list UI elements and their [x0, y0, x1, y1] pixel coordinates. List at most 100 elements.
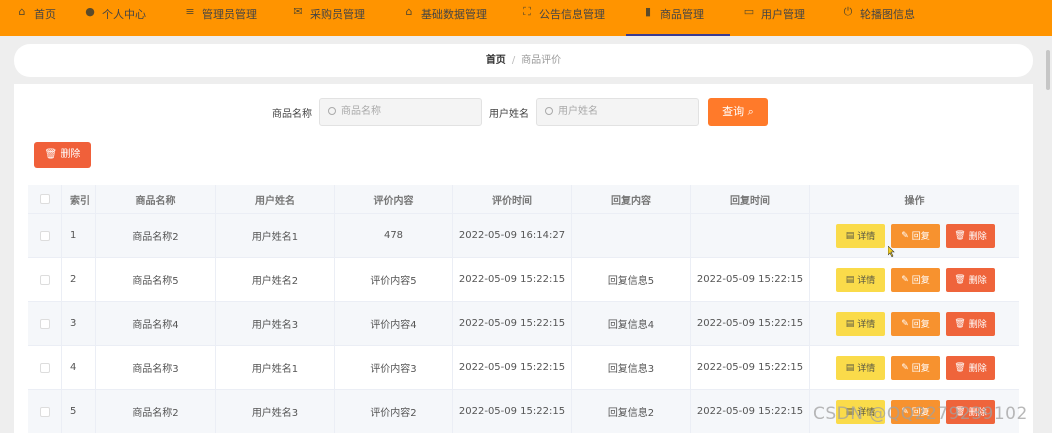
search-bar: 商品名称 商品名称 用户姓名 用户姓名 查询 ⌕: [14, 98, 1033, 126]
nav-item-3[interactable]: ✉ 采购员管理: [292, 0, 365, 36]
cell-reply-time: 2022-05-09 15:22:15: [691, 302, 810, 345]
cell-index: 2: [62, 258, 96, 301]
cell-reply-time: [691, 214, 810, 257]
row-checkbox[interactable]: [39, 362, 50, 373]
header-index: 索引: [62, 185, 96, 213]
detail-label: 详情: [857, 364, 876, 374]
cell-time: 2022-05-09 15:22:15: [453, 302, 572, 345]
reply-button[interactable]: ✎ 回复: [891, 355, 940, 380]
cell-reply: 回复信息3: [572, 346, 691, 389]
reply-button[interactable]: ✎ 回复: [891, 311, 940, 336]
cell-product: 商品名称4: [96, 302, 216, 345]
delete-button[interactable]: 🗑 删除: [946, 223, 995, 248]
table-header: 索引 商品名称 用户姓名 评价内容 评价时间 回复内容 回复时间 操作: [28, 185, 1019, 214]
detail-button[interactable]: ▤ 详情: [836, 267, 885, 292]
user-icon: ●: [85, 5, 95, 18]
search-icon: ⌕: [747, 105, 754, 118]
cell-time: 2022-05-09 16:14:27: [453, 214, 572, 257]
cell-actions: ▤ 详情 ✎ 回复 🗑 删除: [810, 346, 1019, 389]
nav-label: 基础数据管理: [421, 8, 487, 21]
nav-item-8[interactable]: ⏻ 轮播图信息: [842, 0, 915, 36]
table-body: 1 商品名称2 用户姓名1 478 2022-05-09 16:14:27 ▤ 详情 ✎ 回复 🗑…: [28, 214, 1019, 433]
nav-label: 首页: [34, 8, 56, 21]
detail-label: 详情: [857, 320, 876, 330]
query-label: 查询: [722, 105, 745, 118]
top-nav: ⌂ 首页 ● 个人中心 ≡ 管理员管理 ✉ 采购员管理 ⌂ 基础数据管理 ⛶ 公告信息管理 ▮ 商品管理 ▭…: [0, 0, 1052, 36]
detail-button[interactable]: ▤ 详情: [836, 223, 885, 248]
nav-item-2[interactable]: ≡ 管理员管理: [184, 0, 257, 36]
trash-icon: 🗑: [954, 274, 966, 285]
edit-icon: ✎: [901, 274, 909, 285]
document-icon: ▤: [845, 318, 855, 329]
detail-label: 详情: [857, 232, 876, 242]
table-row: 4 商品名称3 用户姓名1 评价内容3 2022-05-09 15:22:15 回复信息3…: [28, 346, 1019, 390]
cell-reply-time: 2022-05-09 15:22:15: [691, 390, 810, 433]
row-checkbox[interactable]: [39, 230, 50, 241]
mouse-cursor: [888, 246, 895, 257]
detail-button[interactable]: ▤ 详情: [836, 355, 885, 380]
header-select-all: [28, 185, 62, 213]
breadcrumb: 首页 / 商品评价: [14, 44, 1033, 77]
header-user: 用户姓名: [216, 185, 335, 213]
cell-product: 商品名称2: [96, 214, 216, 257]
nav-item-5[interactable]: ⛶ 公告信息管理: [521, 0, 605, 36]
nav-item-1[interactable]: ● 个人中心: [84, 0, 146, 36]
row-select: [28, 390, 62, 433]
trash-icon: 🗑: [954, 318, 966, 329]
delete-button[interactable]: 🗑 删除: [946, 267, 995, 292]
product-name-input[interactable]: 商品名称: [319, 98, 482, 126]
table-row: 2 商品名称5 用户姓名2 评价内容5 2022-05-09 15:22:15 回复信息5…: [28, 258, 1019, 302]
row-checkbox[interactable]: [39, 318, 50, 329]
nav-label: 商品管理: [660, 8, 704, 21]
cell-product: 商品名称2: [96, 390, 216, 433]
reply-label: 回复: [911, 320, 930, 330]
nav-item-7[interactable]: ▭ 用户管理: [743, 0, 805, 36]
cell-user: 用户姓名3: [216, 302, 335, 345]
cell-content: 478: [335, 214, 453, 257]
cell-content: 评价内容5: [335, 258, 453, 301]
user-name-label: 用户姓名: [489, 109, 529, 120]
cell-reply: 回复信息5: [572, 258, 691, 301]
detail-button[interactable]: ▤ 详情: [836, 311, 885, 336]
monitor-icon: ▭: [743, 5, 755, 18]
row-select: [28, 214, 62, 257]
reply-button[interactable]: ✎ 回复: [891, 267, 940, 292]
nav-label: 轮播图信息: [860, 8, 915, 21]
watermark: CSDN @QQ2279239102: [813, 404, 1028, 424]
delete-label: 删除: [968, 276, 987, 286]
cell-actions: ▤ 详情 ✎ 回复 🗑 删除: [810, 214, 1019, 257]
row-checkbox[interactable]: [39, 274, 50, 285]
nav-item-4[interactable]: ⌂ 基础数据管理: [403, 0, 488, 36]
scrollbar[interactable]: [1046, 50, 1050, 90]
user-name-input[interactable]: 用户姓名: [536, 98, 699, 126]
nav-label: 管理员管理: [202, 8, 257, 21]
cell-content: 评价内容3: [335, 346, 453, 389]
cell-reply-time: 2022-05-09 15:22:15: [691, 258, 810, 301]
nav-item-0[interactable]: ⌂ 首页: [16, 0, 57, 36]
reply-label: 回复: [911, 364, 930, 374]
delete-button[interactable]: 🗑 删除: [946, 311, 995, 336]
table-row: 3 商品名称4 用户姓名3 评价内容4 2022-05-09 15:22:15 回复信息4…: [28, 302, 1019, 346]
nav-label: 公告信息管理: [539, 8, 605, 21]
list-icon: ≡: [185, 5, 195, 18]
search-icon: [545, 107, 553, 115]
cell-product: 商品名称5: [96, 258, 216, 301]
reply-button[interactable]: ✎ 回复: [891, 223, 940, 248]
breadcrumb-separator: /: [511, 55, 516, 66]
cell-reply-time: 2022-05-09 15:22:15: [691, 346, 810, 389]
mail-icon: ✉: [293, 5, 303, 18]
delete-label: 删除: [968, 320, 987, 330]
delete-button[interactable]: 🗑 删除: [946, 355, 995, 380]
breadcrumb-home[interactable]: 首页: [486, 55, 506, 66]
cell-reply: 回复信息2: [572, 390, 691, 433]
nav-item-6[interactable]: ▮ 商品管理: [626, 0, 730, 36]
query-button[interactable]: 查询 ⌕: [708, 98, 768, 126]
cell-index: 1: [62, 214, 96, 257]
header-reply: 回复内容: [572, 185, 691, 213]
detail-label: 详情: [857, 276, 876, 286]
cell-time: 2022-05-09 15:22:15: [453, 346, 572, 389]
fullscreen-icon: ⛶: [523, 5, 531, 18]
batch-delete-button[interactable]: 🗑 删除: [34, 142, 91, 168]
select-all-checkbox[interactable]: [39, 194, 50, 204]
row-checkbox[interactable]: [39, 406, 50, 417]
